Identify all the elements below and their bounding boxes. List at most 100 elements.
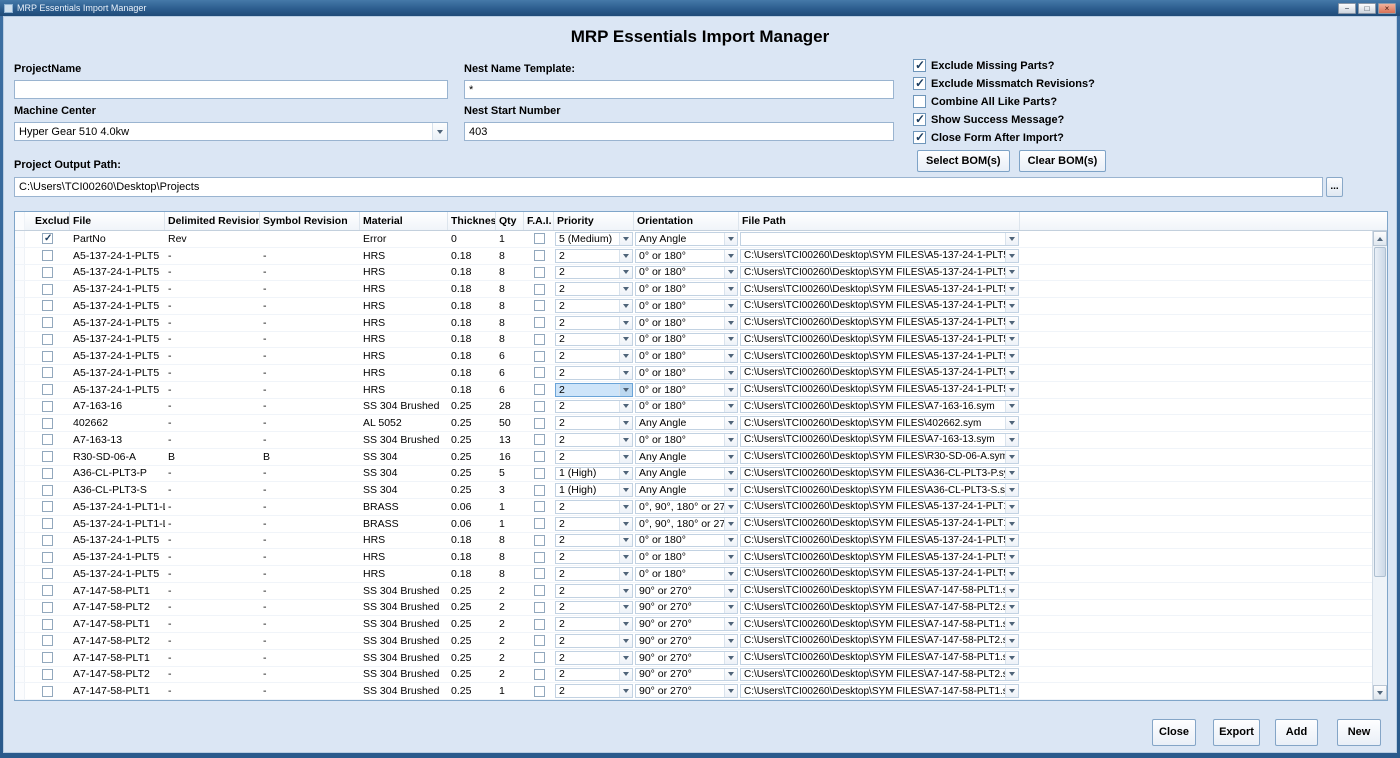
orientation-cell[interactable]: 0° or 180°	[634, 566, 739, 582]
file-path-dropdown[interactable]: C:\Users\TCI00260\Desktop\SYM FILES\A5-1…	[740, 282, 1019, 296]
orientation-cell[interactable]: 0° or 180°	[634, 281, 739, 297]
row-selector[interactable]	[15, 533, 25, 549]
column-header-qty[interactable]: Qty	[496, 212, 524, 230]
select-bom-button[interactable]: Select BOM(s)	[917, 150, 1010, 172]
row-selector[interactable]	[15, 281, 25, 297]
exclude-checkbox[interactable]	[42, 585, 53, 596]
orientation-dropdown[interactable]: 90° or 270°	[635, 684, 738, 698]
file-path-cell[interactable]: C:\Users\TCI00260\Desktop\SYM FILES\A5-1…	[739, 549, 1020, 565]
priority-cell[interactable]: 2	[554, 616, 634, 632]
exclude-checkbox[interactable]	[42, 669, 53, 680]
file-path-cell[interactable]: C:\Users\TCI00260\Desktop\SYM FILES\A36-…	[739, 466, 1020, 482]
priority-cell[interactable]: 2	[554, 348, 634, 364]
table-row[interactable]: A7-147-58-PLT1 - - SS 304 Brushed 0.25 2…	[15, 616, 1372, 633]
exclude-checkbox[interactable]	[42, 552, 53, 563]
nest-name-template-input[interactable]	[464, 80, 894, 99]
row-selector[interactable]	[15, 650, 25, 666]
option-exclude-missmatch-revisions[interactable]: Exclude Missmatch Revisions?	[913, 77, 1095, 90]
file-path-cell[interactable]: C:\Users\TCI00260\Desktop\SYM FILES\A7-1…	[739, 432, 1020, 448]
new-button[interactable]: New	[1337, 719, 1381, 746]
file-path-dropdown[interactable]: C:\Users\TCI00260\Desktop\SYM FILES\A7-1…	[740, 617, 1019, 631]
exclude-cell[interactable]	[25, 298, 70, 314]
priority-cell[interactable]: 2	[554, 415, 634, 431]
file-path-cell[interactable]	[739, 231, 1020, 247]
file-path-dropdown[interactable]: C:\Users\TCI00260\Desktop\SYM FILES\A5-1…	[740, 550, 1019, 564]
file-path-cell[interactable]: C:\Users\TCI00260\Desktop\SYM FILES\A5-1…	[739, 315, 1020, 331]
exclude-cell[interactable]	[25, 382, 70, 398]
priority-dropdown[interactable]: 2	[555, 450, 633, 464]
exclude-cell[interactable]	[25, 650, 70, 666]
priority-cell[interactable]: 2	[554, 332, 634, 348]
fai-checkbox[interactable]	[534, 367, 545, 378]
orientation-cell[interactable]: 0° or 180°	[634, 533, 739, 549]
file-path-dropdown[interactable]: C:\Users\TCI00260\Desktop\SYM FILES\A7-1…	[740, 668, 1019, 682]
fai-cell[interactable]	[524, 298, 554, 314]
priority-cell[interactable]: 2	[554, 533, 634, 549]
clear-bom-button[interactable]: Clear BOM(s)	[1019, 150, 1107, 172]
file-path-dropdown[interactable]: C:\Users\TCI00260\Desktop\SYM FILES\A5-1…	[740, 500, 1019, 514]
exclude-cell[interactable]	[25, 600, 70, 616]
exclude-cell[interactable]	[25, 499, 70, 515]
file-path-dropdown[interactable]: C:\Users\TCI00260\Desktop\SYM FILES\A36-…	[740, 467, 1019, 481]
priority-cell[interactable]: 2	[554, 315, 634, 331]
orientation-cell[interactable]: 0° or 180°	[634, 248, 739, 264]
project-name-input[interactable]	[14, 80, 448, 99]
orientation-dropdown[interactable]: 0° or 180°	[635, 249, 738, 263]
close-button[interactable]: Close	[1152, 719, 1196, 746]
exclude-checkbox[interactable]	[42, 250, 53, 261]
orientation-dropdown[interactable]: 0° or 180°	[635, 299, 738, 313]
row-selector[interactable]	[15, 315, 25, 331]
priority-dropdown[interactable]: 2	[555, 366, 633, 380]
file-path-cell[interactable]: C:\Users\TCI00260\Desktop\SYM FILES\A7-1…	[739, 633, 1020, 649]
file-path-cell[interactable]: C:\Users\TCI00260\Desktop\SYM FILES\A5-1…	[739, 516, 1020, 532]
priority-dropdown[interactable]: 2	[555, 534, 633, 548]
exclude-checkbox[interactable]	[42, 635, 53, 646]
column-header-file[interactable]: File	[70, 212, 165, 230]
exclude-cell[interactable]	[25, 281, 70, 297]
orientation-cell[interactable]: Any Angle	[634, 482, 739, 498]
fai-checkbox[interactable]	[534, 418, 545, 429]
priority-cell[interactable]: 2	[554, 281, 634, 297]
priority-cell[interactable]: 2	[554, 650, 634, 666]
priority-dropdown[interactable]: 2	[555, 651, 633, 665]
combine-all-like-parts-checkbox[interactable]	[913, 95, 926, 108]
file-path-cell[interactable]: C:\Users\TCI00260\Desktop\SYM FILES\A36-…	[739, 482, 1020, 498]
exclude-cell[interactable]	[25, 248, 70, 264]
exclude-checkbox[interactable]	[42, 535, 53, 546]
fai-checkbox[interactable]	[534, 669, 545, 680]
file-path-cell[interactable]: C:\Users\TCI00260\Desktop\SYM FILES\R30-…	[739, 449, 1020, 465]
machine-center-select[interactable]: Hyper Gear 510 4.0kw	[14, 122, 448, 141]
exclude-checkbox[interactable]	[42, 686, 53, 697]
file-path-cell[interactable]: C:\Users\TCI00260\Desktop\SYM FILES\A7-1…	[739, 583, 1020, 599]
table-row[interactable]: A5-137-24-1-PLT5 - - HRS 0.18 6 2 0° or …	[15, 382, 1372, 399]
priority-dropdown[interactable]: 2	[555, 634, 633, 648]
row-selector[interactable]	[15, 482, 25, 498]
row-selector[interactable]	[15, 583, 25, 599]
exclude-checkbox[interactable]	[42, 401, 53, 412]
exclude-checkbox[interactable]	[42, 384, 53, 395]
orientation-cell[interactable]: 0° or 180°	[634, 315, 739, 331]
fai-checkbox[interactable]	[534, 351, 545, 362]
file-path-dropdown[interactable]: C:\Users\TCI00260\Desktop\SYM FILES\A7-1…	[740, 601, 1019, 615]
priority-dropdown[interactable]: 2	[555, 299, 633, 313]
orientation-dropdown[interactable]: 0°, 90°, 180° or 270°	[635, 500, 738, 514]
exclude-cell[interactable]	[25, 466, 70, 482]
priority-cell[interactable]: 2	[554, 265, 634, 281]
file-path-cell[interactable]: C:\Users\TCI00260\Desktop\SYM FILES\A5-1…	[739, 533, 1020, 549]
close-window-button[interactable]: ×	[1378, 3, 1396, 14]
fai-cell[interactable]	[524, 616, 554, 632]
column-header-material[interactable]: Material	[360, 212, 448, 230]
orientation-cell[interactable]: 0° or 180°	[634, 549, 739, 565]
fai-cell[interactable]	[524, 499, 554, 515]
priority-dropdown[interactable]: 5 (Medium)	[555, 232, 633, 246]
priority-dropdown[interactable]: 2	[555, 383, 633, 397]
maximize-button[interactable]: □	[1358, 3, 1376, 14]
row-selector[interactable]	[15, 348, 25, 364]
priority-cell[interactable]: 2	[554, 432, 634, 448]
row-selector[interactable]	[15, 382, 25, 398]
orientation-cell[interactable]: 90° or 270°	[634, 683, 739, 699]
file-path-dropdown[interactable]: C:\Users\TCI00260\Desktop\SYM FILES\A5-1…	[740, 534, 1019, 548]
exclude-checkbox[interactable]	[42, 367, 53, 378]
file-path-cell[interactable]: C:\Users\TCI00260\Desktop\SYM FILES\A7-1…	[739, 667, 1020, 683]
fai-checkbox[interactable]	[534, 652, 545, 663]
